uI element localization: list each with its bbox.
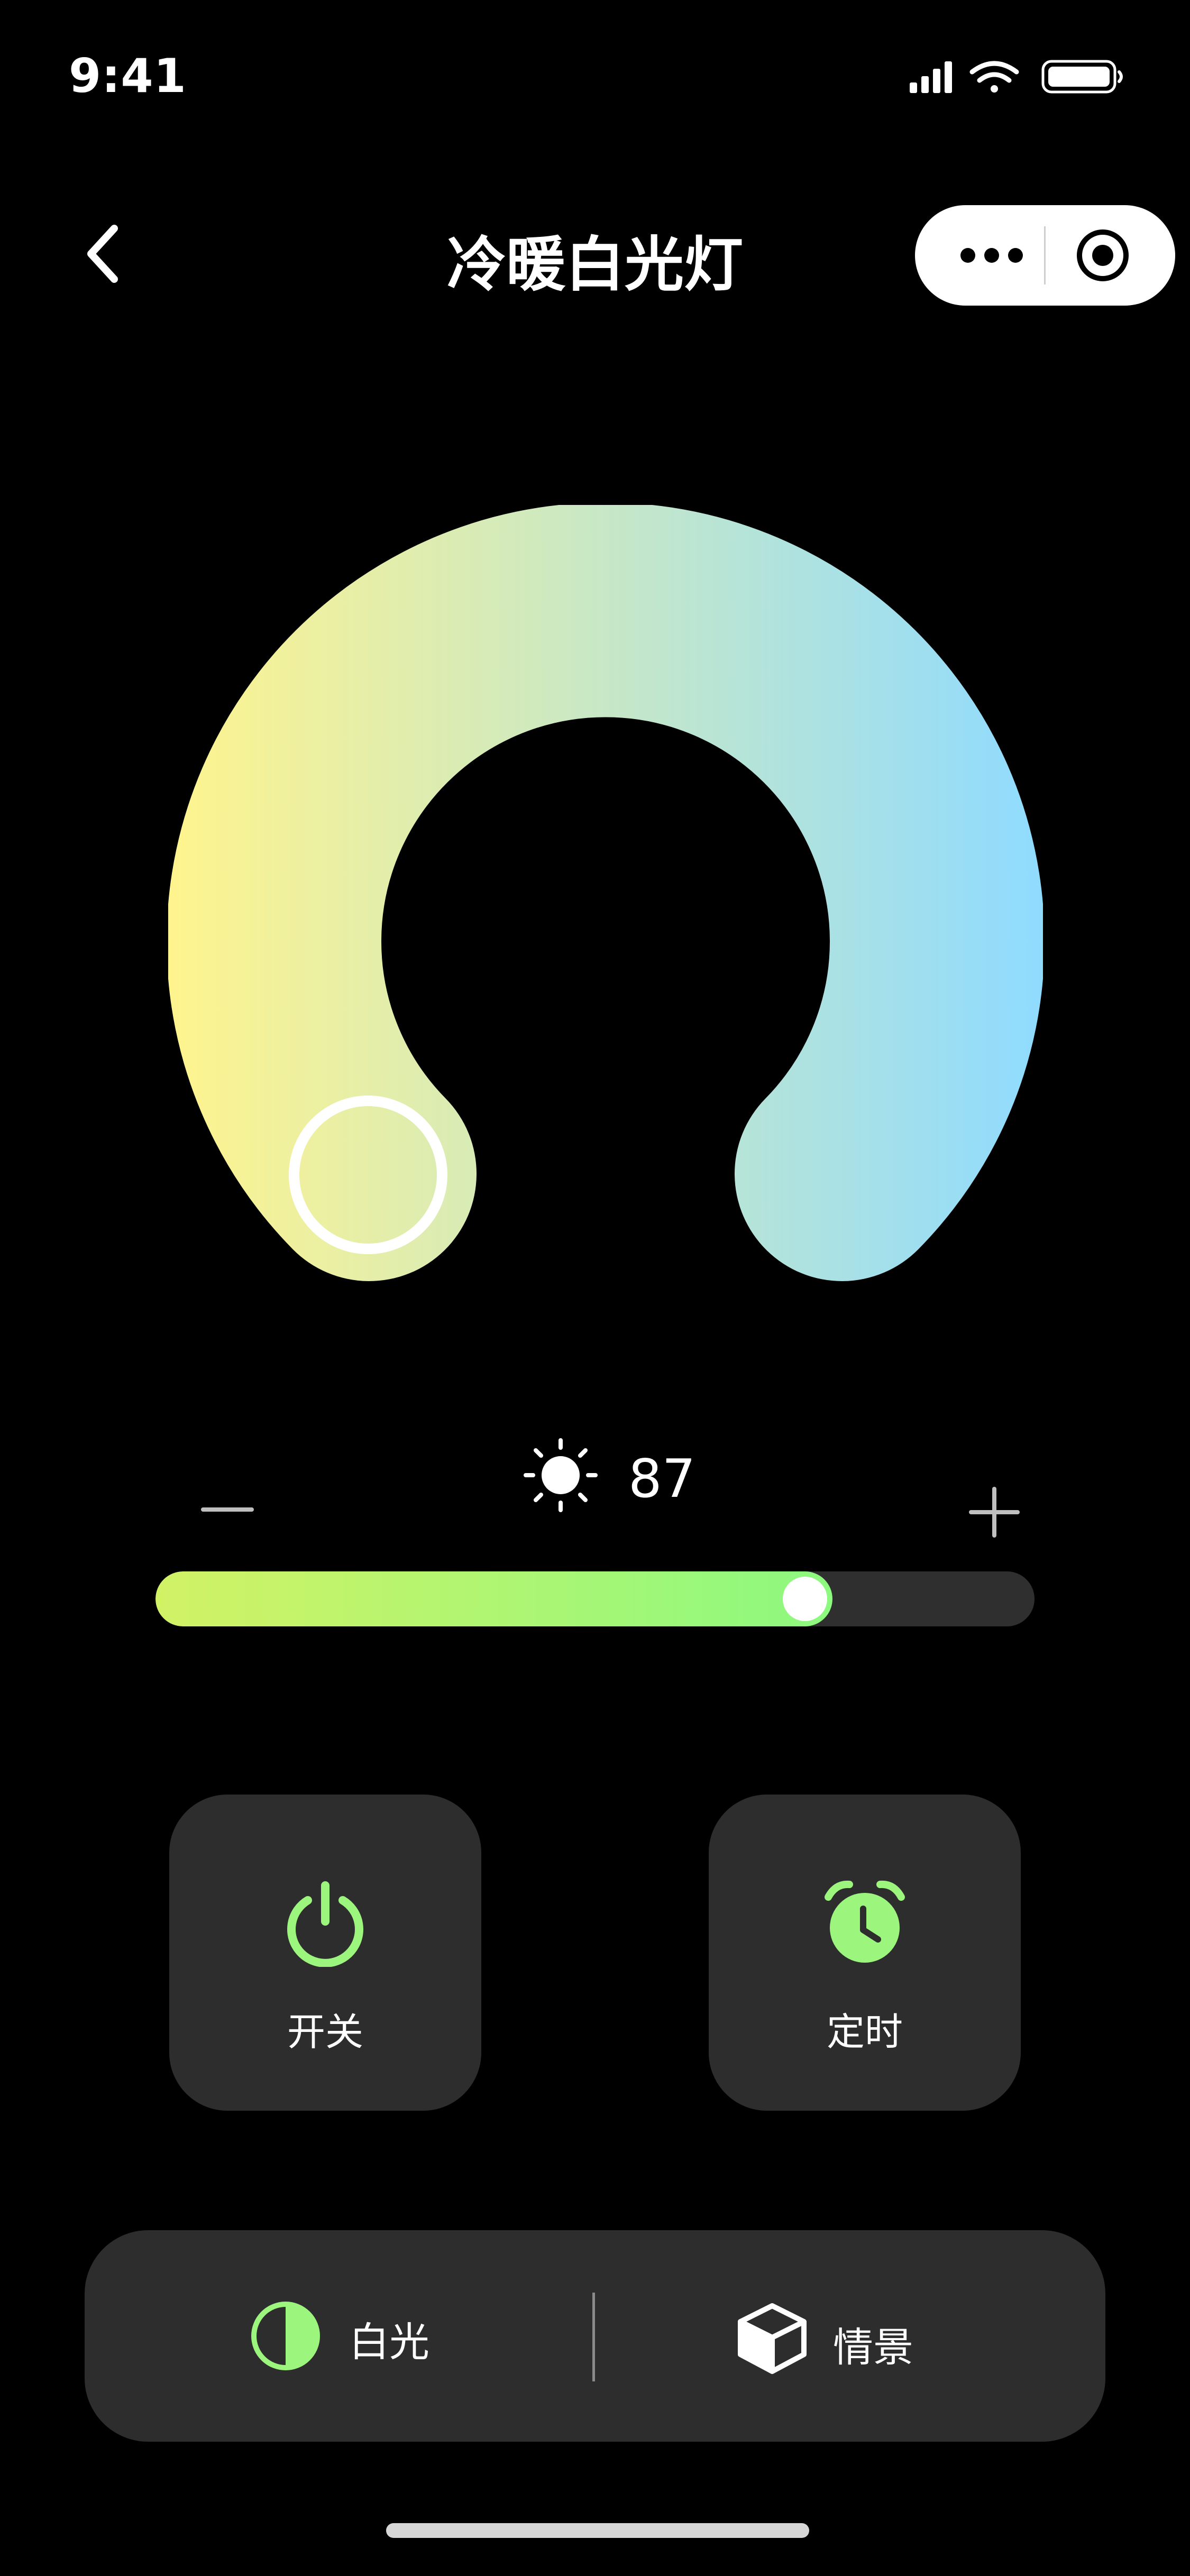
more-icon[interactable]: [957, 240, 1026, 271]
brightness-slider-fill: [155, 1571, 832, 1626]
timer-button[interactable]: 定时: [709, 1795, 1021, 2111]
battery-icon: [1041, 60, 1123, 94]
mode-divider: [592, 2293, 595, 2381]
cube-icon: [738, 2303, 807, 2374]
color-temperature-arc[interactable]: [168, 505, 1043, 1281]
signal-icon: [910, 61, 952, 93]
sun-icon: [524, 1438, 598, 1512]
target-icon[interactable]: [1074, 226, 1132, 284]
brightness-value: 87: [628, 1448, 696, 1510]
mode-scene-label: 情景: [833, 2324, 913, 2371]
plus-icon[interactable]: [968, 1486, 1021, 1539]
mode-white-label: 白光: [349, 2319, 429, 2366]
power-button[interactable]: 开关: [169, 1795, 481, 2111]
capsule-divider: [1044, 226, 1046, 284]
power-icon: [287, 1881, 363, 1967]
power-label: 开关: [287, 2010, 363, 2054]
wifi-icon: [969, 61, 1019, 93]
alarm-clock-icon: [825, 1880, 905, 1963]
half-circle-icon: [251, 2302, 320, 2370]
timer-label: 定时: [826, 2010, 903, 2054]
status-icons: [910, 60, 1123, 94]
mode-scene-tab[interactable]: 情景: [735, 2288, 1031, 2384]
brightness-slider-track[interactable]: [155, 1571, 1035, 1626]
color-temperature-ring[interactable]: [168, 505, 1043, 1287]
mini-program-capsule: [915, 205, 1175, 306]
mode-bar: 白光 情景: [85, 2230, 1105, 2442]
brightness-slider-thumb[interactable]: [783, 1577, 827, 1621]
home-indicator: [386, 2523, 809, 2538]
status-time: 9:41: [69, 49, 187, 103]
mode-white-tab[interactable]: 白光: [249, 2288, 545, 2384]
minus-icon[interactable]: [201, 1499, 254, 1520]
